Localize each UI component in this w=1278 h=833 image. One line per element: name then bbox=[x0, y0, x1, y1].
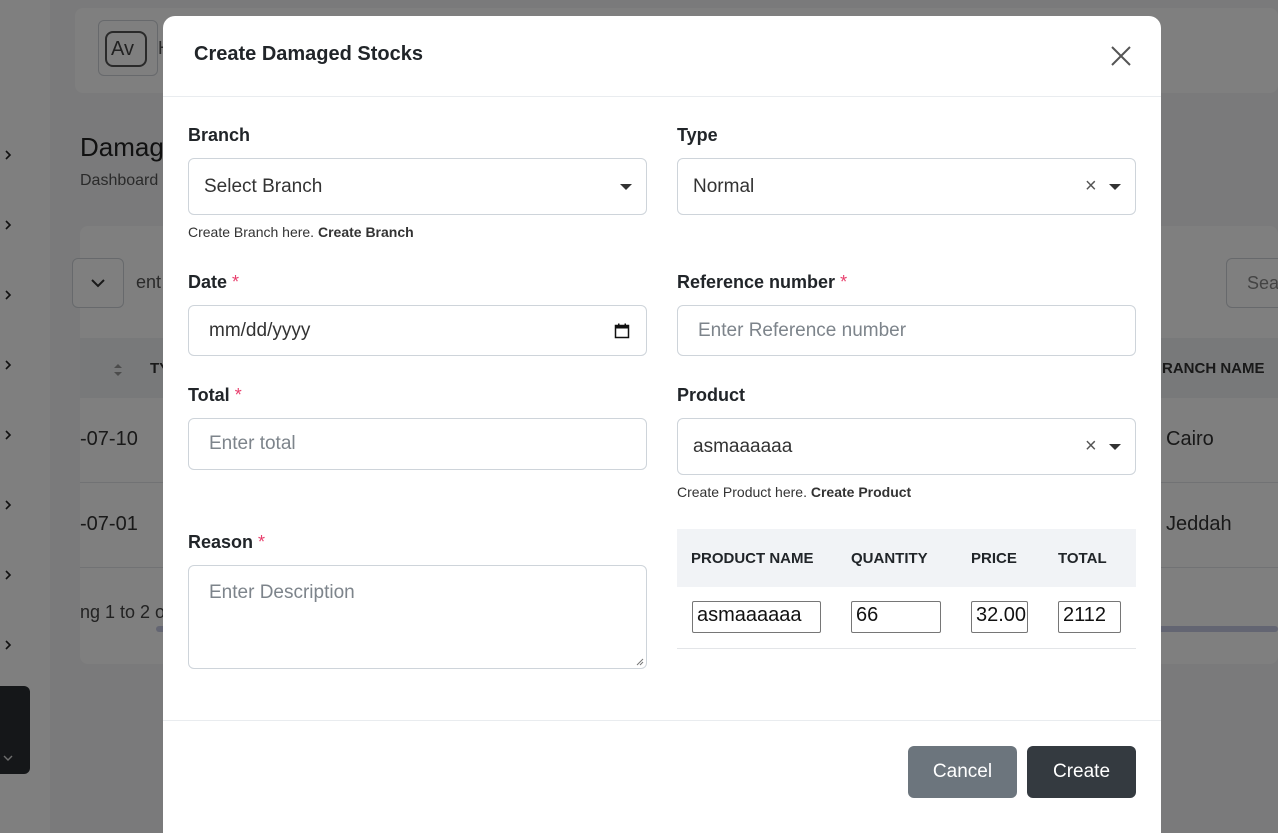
product-name-input[interactable]: asmaaaaaa bbox=[692, 601, 821, 633]
type-select[interactable]: Normal × bbox=[677, 158, 1136, 215]
create-button[interactable]: Create bbox=[1027, 746, 1136, 798]
total-placeholder: Enter total bbox=[209, 433, 296, 454]
date-label: Date * bbox=[188, 272, 239, 293]
row-total-input[interactable]: 2112 bbox=[1058, 601, 1121, 633]
reference-label-text: Reference number bbox=[677, 272, 836, 292]
total-label: Total * bbox=[188, 385, 242, 406]
total-input[interactable]: Enter total bbox=[188, 418, 647, 470]
required-mark: * bbox=[258, 532, 266, 552]
reference-label: Reference number * bbox=[677, 272, 847, 293]
reason-placeholder: Enter Description bbox=[209, 582, 355, 603]
close-icon bbox=[1111, 46, 1131, 66]
product-label: Product bbox=[677, 385, 746, 405]
create-product-link[interactable]: Create Product bbox=[811, 484, 911, 500]
create-damaged-stocks-modal: Create Damaged Stocks Branch Select Bran… bbox=[163, 16, 1161, 833]
product-select-value: asmaaaaaa bbox=[693, 435, 793, 457]
reference-number-placeholder: Enter Reference number bbox=[698, 319, 907, 341]
total-label-text: Total bbox=[188, 385, 230, 405]
caret-down-icon bbox=[1109, 184, 1121, 190]
product-table-header: PRODUCT NAME QUANTITY PRICE TOTAL bbox=[677, 529, 1136, 587]
reference-number-input[interactable]: Enter Reference number bbox=[677, 305, 1136, 356]
type-select-value: Normal bbox=[693, 175, 755, 197]
branch-help-text: Create Branch here. bbox=[188, 224, 315, 240]
calendar-icon[interactable] bbox=[614, 323, 630, 339]
date-input-placeholder: mm/dd/yyyy bbox=[209, 319, 311, 341]
required-mark: * bbox=[234, 385, 242, 405]
branch-select-value: Select Branch bbox=[204, 175, 323, 197]
product-help: Create Product here. Create Product bbox=[677, 484, 911, 500]
create-branch-link[interactable]: Create Branch bbox=[318, 224, 414, 240]
required-mark: * bbox=[232, 272, 240, 292]
type-label: Type bbox=[677, 125, 718, 145]
price-input[interactable]: 32.00 bbox=[971, 601, 1028, 633]
date-input[interactable]: mm/dd/yyyy bbox=[188, 305, 647, 356]
branch-label: Branch bbox=[188, 125, 251, 145]
close-button[interactable] bbox=[1107, 42, 1135, 70]
table-row: asmaaaaaa 66 32.00 2112 bbox=[677, 587, 1136, 649]
column-header-product-name: PRODUCT NAME bbox=[691, 550, 814, 567]
modal-header: Create Damaged Stocks bbox=[163, 16, 1161, 97]
product-help-text: Create Product here. bbox=[677, 484, 807, 500]
caret-down-icon bbox=[1109, 444, 1121, 450]
column-header-quantity: QUANTITY bbox=[851, 550, 928, 567]
caret-down-icon bbox=[620, 184, 632, 190]
required-mark: * bbox=[840, 272, 848, 292]
clear-icon[interactable]: × bbox=[1085, 176, 1097, 196]
column-header-price: PRICE bbox=[971, 550, 1017, 567]
cancel-button[interactable]: Cancel bbox=[908, 746, 1017, 798]
product-select[interactable]: asmaaaaaa × bbox=[677, 418, 1136, 475]
reason-label: Reason * bbox=[188, 532, 265, 553]
modal-footer-divider bbox=[163, 720, 1161, 721]
column-header-total: TOTAL bbox=[1058, 550, 1107, 567]
reason-textarea[interactable]: Enter Description bbox=[188, 565, 647, 669]
resize-handle-icon[interactable] bbox=[634, 656, 644, 666]
modal-title: Create Damaged Stocks bbox=[194, 43, 423, 65]
branch-help: Create Branch here. Create Branch bbox=[188, 224, 414, 240]
branch-select[interactable]: Select Branch bbox=[188, 158, 647, 215]
quantity-input[interactable]: 66 bbox=[851, 601, 941, 633]
date-label-text: Date bbox=[188, 272, 228, 292]
clear-icon[interactable]: × bbox=[1085, 436, 1097, 456]
reason-label-text: Reason bbox=[188, 532, 254, 552]
